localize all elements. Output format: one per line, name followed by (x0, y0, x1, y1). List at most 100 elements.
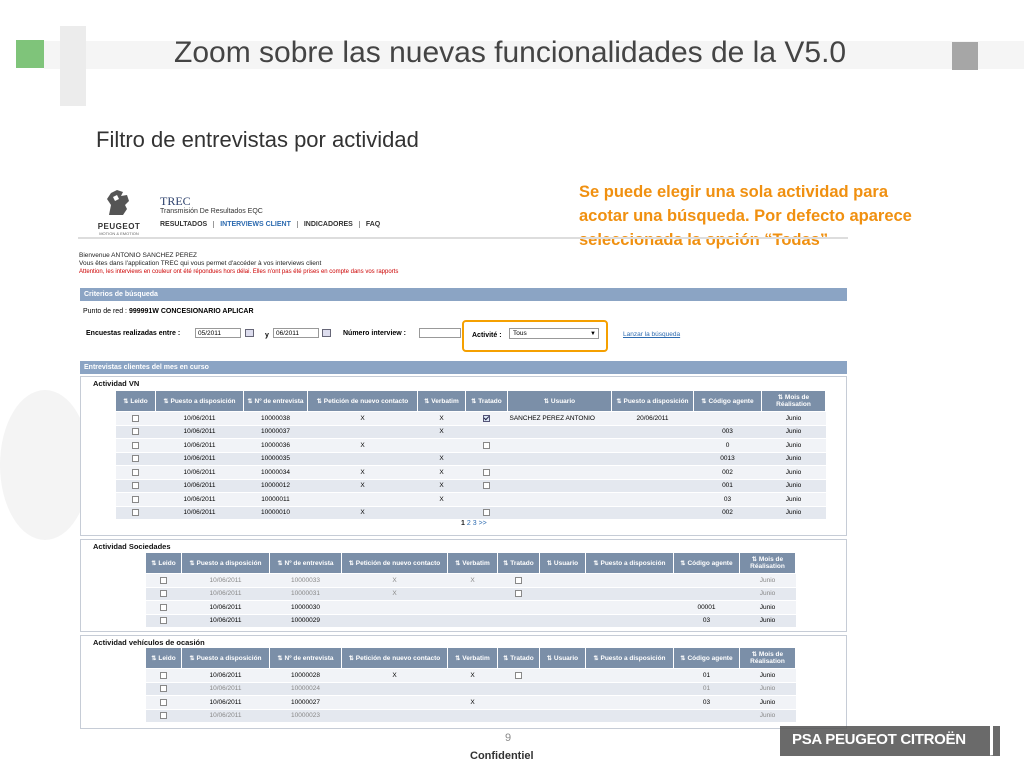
cell-tratado[interactable] (465, 452, 508, 466)
checkbox[interactable] (132, 428, 139, 436)
column-header[interactable]: ⇅ Puesto a disposición (611, 390, 694, 412)
cell-leido[interactable] (145, 695, 182, 710)
column-header[interactable]: ⇅ Petición de nuevo contacto (341, 552, 448, 574)
table-row[interactable]: 10/06/2011 10000012 X X 001 Junio (115, 479, 826, 493)
cell-leido[interactable] (145, 573, 182, 588)
cell-tratado[interactable] (497, 587, 540, 601)
column-header[interactable]: ⇅ Usuario (539, 647, 586, 669)
date-to-input[interactable]: 06/2011 (273, 328, 319, 338)
checkbox[interactable] (160, 671, 167, 679)
table-row[interactable]: 10/06/2011 10000030 00001 Junio (145, 600, 796, 615)
column-header[interactable]: ⇅ Leido (145, 647, 182, 669)
column-header[interactable]: ⇅ Código agente (693, 390, 762, 412)
table-row[interactable]: 10/06/2011 10000028 X X 01 Junio (145, 668, 796, 683)
cell-tratado[interactable] (465, 411, 508, 426)
checkbox[interactable] (132, 495, 139, 503)
cell-leido[interactable] (145, 709, 182, 723)
column-header[interactable]: ⇅ Puesto a disposición (181, 647, 270, 669)
page-link[interactable]: 2 (467, 520, 471, 527)
cell-tratado[interactable] (497, 709, 540, 723)
nav-faq[interactable]: FAQ (358, 221, 386, 228)
column-header[interactable]: ⇅ Tratado (465, 390, 508, 412)
cell-tratado[interactable] (465, 425, 508, 439)
column-header[interactable]: ⇅ Mois de Réalisation (739, 647, 796, 669)
column-header[interactable]: ⇅ Verbatim (417, 390, 466, 412)
checkbox[interactable] (160, 590, 167, 598)
table-row[interactable]: 10/06/2011 10000038 X X SANCHEZ PEREZ ANTONI… (115, 411, 826, 426)
column-header[interactable]: ⇅ Leido (145, 552, 182, 574)
checkbox[interactable] (483, 482, 490, 490)
nav-resultados[interactable]: RESULTADOS (160, 221, 213, 228)
cell-leido[interactable] (115, 438, 156, 453)
column-header[interactable]: ⇅ Leido (115, 390, 156, 412)
cell-tratado[interactable] (497, 600, 540, 615)
checkbox[interactable] (132, 509, 139, 517)
checkbox[interactable] (132, 468, 139, 476)
column-header[interactable]: ⇅ Verbatim (447, 647, 498, 669)
cell-leido[interactable] (115, 506, 156, 520)
cell-leido[interactable] (115, 492, 156, 507)
checkbox[interactable] (483, 441, 490, 449)
cell-leido[interactable] (115, 452, 156, 466)
column-header[interactable]: ⇅ Nº de entrevista (269, 647, 342, 669)
cell-tratado[interactable] (497, 573, 540, 588)
checkbox[interactable] (160, 603, 167, 611)
cell-tratado[interactable] (465, 465, 508, 480)
column-header[interactable]: ⇅ Verbatim (447, 552, 498, 574)
column-header[interactable]: ⇅ Puesto a disposición (585, 647, 674, 669)
table-row[interactable]: 10/06/2011 10000034 X X 002 Junio (115, 465, 826, 480)
table-row[interactable]: 10/06/2011 10000010 X 002 Junio (115, 506, 826, 520)
table-row[interactable]: 10/06/2011 10000035 X 0013 Junio (115, 452, 826, 466)
table-row[interactable]: 10/06/2011 10000037 X 003 Junio (115, 425, 826, 439)
checkbox[interactable] (515, 590, 522, 598)
column-header[interactable]: ⇅ Tratado (497, 647, 540, 669)
cell-leido[interactable] (145, 668, 182, 683)
table-row[interactable]: 10/06/2011 10000024 01 Junio (145, 682, 796, 696)
table-row[interactable]: 10/06/2011 10000023 Junio (145, 709, 796, 723)
cell-leido[interactable] (115, 479, 156, 493)
cell-tratado[interactable] (465, 492, 508, 507)
cell-tratado[interactable] (465, 438, 508, 453)
numero-interview-input[interactable] (419, 328, 461, 338)
page-link[interactable]: 3 (473, 520, 477, 527)
column-header[interactable]: ⇅ Puesto a disposición (155, 390, 244, 412)
checkbox[interactable] (515, 576, 522, 584)
column-header[interactable]: ⇅ Mois de Réalisation (761, 390, 826, 412)
cell-tratado[interactable] (497, 614, 540, 628)
column-header[interactable]: ⇅ Nº de entrevista (269, 552, 342, 574)
checkbox[interactable] (160, 576, 167, 584)
checkbox-checked[interactable] (483, 414, 490, 422)
checkbox[interactable] (160, 712, 167, 720)
date-from-input[interactable]: 05/2011 (195, 328, 241, 338)
cell-leido[interactable] (145, 682, 182, 696)
page-next[interactable]: >> (479, 520, 487, 527)
cell-leido[interactable] (145, 600, 182, 615)
checkbox[interactable] (132, 414, 139, 422)
table-row[interactable]: 10/06/2011 10000036 X 0 Junio (115, 438, 826, 453)
table-row[interactable]: 10/06/2011 10000031 X Junio (145, 587, 796, 601)
column-header[interactable]: ⇅ Mois de Réalisation (739, 552, 796, 574)
column-header[interactable]: ⇅ Código agente (673, 647, 740, 669)
column-header[interactable]: ⇅ Tratado (497, 552, 540, 574)
table-row[interactable]: 10/06/2011 10000033 X X Junio (145, 573, 796, 588)
cell-tratado[interactable] (465, 479, 508, 493)
cell-tratado[interactable] (497, 682, 540, 696)
column-header[interactable]: ⇅ Usuario (507, 390, 612, 412)
cell-leido[interactable] (145, 614, 182, 628)
column-header[interactable]: ⇅ Petición de nuevo contacto (341, 647, 448, 669)
column-header[interactable]: ⇅ Puesto a disposición (181, 552, 270, 574)
table-row[interactable]: 10/06/2011 10000029 03 Junio (145, 614, 796, 628)
column-header[interactable]: ⇅ Petición de nuevo contacto (307, 390, 418, 412)
nav-indicadores[interactable]: INDICADORES (296, 221, 359, 228)
column-header[interactable]: ⇅ Puesto a disposición (585, 552, 674, 574)
nav-interviews-client[interactable]: INTERVIEWS CLIENT (213, 221, 297, 228)
cell-tratado[interactable] (465, 506, 508, 520)
table-row[interactable]: 10/06/2011 10000027 X 03 Junio (145, 695, 796, 710)
cell-leido[interactable] (115, 411, 156, 426)
checkbox[interactable] (132, 482, 139, 490)
cell-leido[interactable] (115, 465, 156, 480)
checkbox[interactable] (483, 509, 490, 517)
cell-tratado[interactable] (497, 695, 540, 710)
cell-leido[interactable] (145, 587, 182, 601)
lanzar-busqueda-link[interactable]: Lanzar la búsqueda (623, 331, 680, 338)
